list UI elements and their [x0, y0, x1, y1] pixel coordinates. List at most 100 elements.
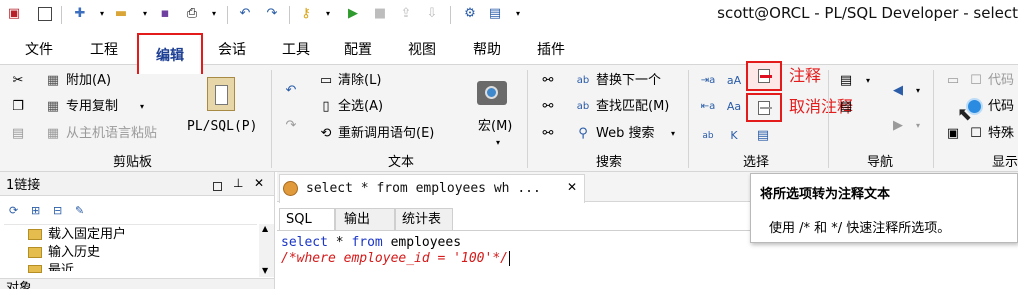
tab-help[interactable]: 帮助	[473, 39, 501, 59]
comment-button[interactable]	[746, 61, 782, 91]
paste-icon[interactable]: ▤	[10, 126, 26, 142]
case-icon[interactable]: ab	[700, 128, 716, 144]
nav-forward-icon[interactable]: ▶	[890, 118, 906, 134]
block-icon[interactable]: ▤	[755, 128, 771, 144]
code-view-icon[interactable]: ▭	[945, 73, 961, 89]
nav-back-icon[interactable]: ◀	[890, 83, 906, 99]
redo-ribbon-icon[interactable]: ↷	[283, 118, 299, 134]
tab-session[interactable]: 会话	[218, 39, 246, 59]
cut-icon[interactable]: ✂	[10, 73, 26, 89]
tab-plugins[interactable]: 插件	[537, 39, 565, 59]
customize-dropdown-icon[interactable]: ▾	[510, 6, 526, 22]
clear-button[interactable]: 清除(L)	[338, 73, 381, 89]
print-dropdown-icon[interactable]: ▾	[206, 6, 222, 22]
code-option-1[interactable]: 代码	[988, 73, 1014, 89]
scroll-up-icon[interactable]: ▲	[262, 224, 268, 233]
open-dropdown-icon[interactable]: ▾	[137, 6, 153, 22]
subtab-output[interactable]: 输出	[335, 208, 395, 230]
print-icon[interactable]: ⎙	[184, 6, 200, 22]
undo-icon[interactable]: ↶	[237, 6, 253, 22]
special-checkbox[interactable]: ☐	[968, 126, 984, 142]
clipboard-large-icon[interactable]	[207, 77, 235, 111]
editor-doc-tab[interactable]: select * from employees wh ... ✕	[279, 174, 585, 203]
append-button[interactable]: 附加(A)	[66, 73, 111, 89]
refresh-icon[interactable]: ⟳	[9, 204, 18, 217]
tree-item-recent[interactable]: 最近	[48, 263, 74, 271]
tab-project[interactable]: 工程	[90, 39, 118, 59]
special-copy-dropdown-icon[interactable]: ▾	[134, 99, 150, 115]
special-option[interactable]: 特殊	[988, 126, 1014, 142]
bookmark-dropdown-icon[interactable]: ▾	[860, 73, 876, 89]
open-folder-icon[interactable]: ▬	[113, 6, 129, 22]
add-icon[interactable]: ⊞	[31, 204, 40, 217]
subtab-statistics[interactable]: 统计表	[395, 208, 453, 230]
commit-icon[interactable]: ⇪	[398, 6, 414, 22]
indent-icon[interactable]: ⇥a	[700, 73, 716, 89]
rollback-icon[interactable]: ⇩	[424, 6, 440, 22]
macro-button[interactable]: 宏(M)	[478, 119, 512, 135]
find-next-icon[interactable]: ⚯	[540, 99, 556, 115]
macro-camera-icon[interactable]	[477, 81, 507, 105]
goto-line-icon[interactable]: ▤	[838, 99, 854, 115]
tab-file[interactable]: 文件	[25, 39, 53, 59]
web-search-dropdown-icon[interactable]: ▾	[665, 126, 681, 142]
special-view-icon[interactable]: ▣	[945, 126, 961, 142]
key-icon[interactable]: ⚷	[298, 6, 314, 22]
outdent-icon[interactable]: ⇤a	[700, 99, 716, 115]
web-search-icon[interactable]: ⚲	[575, 126, 591, 142]
edit-icon[interactable]: ✎	[75, 204, 84, 217]
macro-dropdown-icon[interactable]: ▾	[490, 135, 506, 151]
find-icon[interactable]: ⚯	[540, 73, 556, 89]
select-all-button[interactable]: 全选(A)	[338, 99, 383, 115]
code-line-1[interactable]: select * from employees	[281, 235, 461, 251]
panel-restore-icon[interactable]	[213, 182, 222, 191]
redo-icon[interactable]: ↷	[264, 6, 280, 22]
lock-icon[interactable]: ■	[372, 6, 388, 22]
tab-tools[interactable]: 工具	[282, 39, 310, 59]
paste-host-button[interactable]: 从主机语言粘贴	[66, 126, 157, 142]
tree-scrollbar[interactable]: ▲ ▼	[259, 224, 274, 277]
copy-icon[interactable]: ❐	[10, 99, 26, 115]
special-copy-icon[interactable]: ▦	[45, 99, 61, 115]
replace-next-button[interactable]: 替换下一个	[596, 73, 661, 89]
web-search-button[interactable]: Web 搜索	[596, 126, 654, 142]
find-prev-icon[interactable]: ⚯	[540, 126, 556, 142]
find-match-icon[interactable]: ab	[575, 99, 591, 115]
recall-icon[interactable]: ⟲	[318, 126, 334, 142]
paste-host-icon[interactable]: ▦	[45, 126, 61, 142]
tab-config[interactable]: 配置	[344, 39, 372, 59]
replace-icon[interactable]: ab	[575, 73, 591, 89]
execute-icon[interactable]: ▶	[345, 6, 361, 22]
tree-item-input-history[interactable]: 输入历史	[48, 245, 100, 261]
key-dropdown-icon[interactable]: ▾	[320, 6, 336, 22]
remove-icon[interactable]: ⊟	[53, 204, 62, 217]
recall-statement-button[interactable]: 重新调用语句(E)	[338, 126, 434, 142]
plsql-button[interactable]: PL/SQL(P)	[187, 119, 257, 135]
uppercase-icon[interactable]: aA	[726, 73, 742, 89]
report-icon[interactable]: ▤	[487, 6, 503, 22]
new-dropdown-icon[interactable]: ▾	[94, 6, 110, 22]
tab-edit[interactable]: 编辑	[137, 33, 203, 74]
subtab-sql[interactable]: SQL	[279, 208, 335, 230]
uncomment-button[interactable]	[746, 93, 782, 122]
clear-icon[interactable]: ▭	[318, 73, 334, 89]
code-line-2[interactable]: /*where employee_id = '100'*/	[281, 251, 510, 267]
panel-close-icon[interactable]: ✕	[254, 176, 264, 190]
special-copy-button[interactable]: 专用复制	[66, 99, 118, 115]
window-icon[interactable]	[38, 7, 52, 21]
tree-item-fixed-users[interactable]: 载入固定用户	[48, 227, 126, 243]
tab-close-icon[interactable]: ✕	[567, 180, 577, 194]
save-icon[interactable]: ▪	[157, 6, 173, 22]
new-icon[interactable]: ✚	[72, 6, 88, 22]
panel-pin-icon[interactable]: ⊥	[233, 176, 243, 190]
select-all-icon[interactable]: ▯	[318, 99, 334, 115]
lowercase-icon[interactable]: Aa	[726, 99, 742, 115]
tab-view[interactable]: 视图	[408, 39, 436, 59]
nav-back-dropdown-icon[interactable]: ▾	[910, 83, 926, 99]
append-icon[interactable]: ▦	[45, 73, 61, 89]
settings-icon[interactable]: ⚙	[462, 6, 478, 22]
code-checkbox-1[interactable]: ☐	[968, 73, 984, 89]
scroll-down-icon[interactable]: ▼	[262, 266, 268, 275]
nav-forward-dropdown-icon[interactable]: ▾	[910, 118, 926, 134]
keyword-icon[interactable]: K	[726, 128, 742, 144]
